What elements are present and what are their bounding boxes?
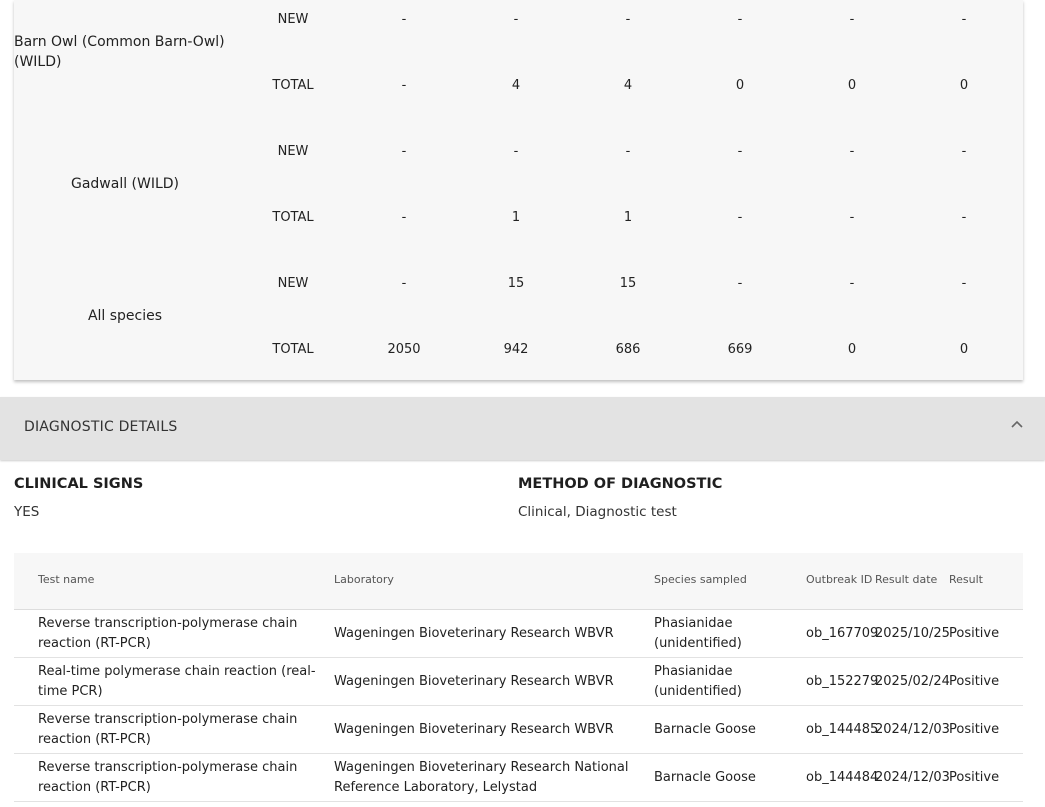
outbreak-id-cell[interactable]: ob_144484 xyxy=(806,754,878,801)
result-date-cell: 2024/12/03 xyxy=(875,769,950,785)
result-cell: Positive xyxy=(949,625,1000,641)
table-header: Test name Laboratory Species sampled Out… xyxy=(14,553,1023,610)
count-cell: 0 xyxy=(735,78,745,93)
count-cell: 0 xyxy=(959,342,969,357)
column-header-species-sampled[interactable]: Species sampled xyxy=(654,573,747,586)
method-of-diagnostic-value: Clinical, Diagnostic test xyxy=(518,504,677,520)
count-cell: - xyxy=(849,276,855,291)
column-header-test-name[interactable]: Test name xyxy=(38,573,94,586)
row-type-label: TOTAL xyxy=(272,342,314,357)
species-sampled-cell: Phasianidae (unidentified) xyxy=(654,615,742,651)
count-cell: - xyxy=(961,210,967,225)
test-name-cell: Reverse transcription-polymerase chain r… xyxy=(38,759,298,795)
species-row-new: NEW - 15 15 - - - xyxy=(14,264,1023,330)
count-cell: 0 xyxy=(959,78,969,93)
laboratory-cell: Wageningen Bioveterinary Research WBVR xyxy=(334,721,614,737)
column-header-laboratory[interactable]: Laboratory xyxy=(334,573,394,586)
result-cell: Positive xyxy=(949,769,1000,785)
species-row-total: TOTAL - 4 4 0 0 0 xyxy=(14,66,1023,132)
count-cell: - xyxy=(513,144,519,159)
table-row: Reverse transcription-polymerase chain r… xyxy=(14,610,1023,658)
count-cell: 0 xyxy=(847,342,857,357)
outbreak-id-cell[interactable]: ob_144485 xyxy=(806,706,878,753)
count-cell: - xyxy=(625,12,631,27)
count-cell: - xyxy=(401,210,407,225)
result-cell: Positive xyxy=(949,721,1000,737)
result-date-cell: 2025/02/24 xyxy=(875,673,950,689)
count-cell: - xyxy=(961,12,967,27)
outbreak-id-cell[interactable]: ob_152279 xyxy=(806,658,878,705)
row-type-label: TOTAL xyxy=(272,78,314,93)
row-type-label: NEW xyxy=(277,144,309,159)
count-cell: - xyxy=(513,12,519,27)
row-type-label: NEW xyxy=(277,12,309,27)
count-cell: 4 xyxy=(511,78,521,93)
column-header-result[interactable]: Result xyxy=(949,573,983,586)
outbreak-id-cell[interactable]: ob_167709 xyxy=(806,610,878,657)
count-cell: - xyxy=(849,210,855,225)
table-row: Reverse transcription-polymerase chain r… xyxy=(14,754,1023,802)
species-row-total: TOTAL 2050 942 686 669 0 0 xyxy=(14,330,1023,396)
count-cell: - xyxy=(401,78,407,93)
row-type-label: TOTAL xyxy=(272,210,314,225)
method-of-diagnostic-label: METHOD OF DIAGNOSTIC xyxy=(518,476,723,492)
test-name-cell: Reverse transcription-polymerase chain r… xyxy=(38,711,298,747)
count-cell: - xyxy=(849,12,855,27)
laboratory-cell: Wageningen Bioveterinary Research WBVR xyxy=(334,673,614,689)
count-cell: 15 xyxy=(619,276,637,291)
laboratory-cell: Wageningen Bioveterinary Research WBVR xyxy=(334,625,614,641)
result-cell: Positive xyxy=(949,673,1000,689)
count-cell: - xyxy=(401,276,407,291)
species-row-new: NEW - - - - - - xyxy=(14,0,1023,66)
species-sampled-cell: Phasianidae (unidentified) xyxy=(654,663,742,699)
species-sampled-cell: Barnacle Goose xyxy=(654,769,756,785)
section-title: DIAGNOSTIC DETAILS xyxy=(24,419,178,435)
test-name-cell: Real-time polymerase chain reaction (rea… xyxy=(38,663,316,699)
count-cell: 669 xyxy=(727,342,753,357)
count-cell: - xyxy=(737,12,743,27)
table-row: Reverse transcription-polymerase chain r… xyxy=(14,706,1023,754)
result-date-cell: 2024/12/03 xyxy=(875,721,950,737)
count-cell: - xyxy=(849,144,855,159)
diagnostic-details-header[interactable]: DIAGNOSTIC DETAILS xyxy=(0,397,1045,460)
species-sampled-cell: Barnacle Goose xyxy=(654,721,756,737)
diagnostic-tests-table: Test name Laboratory Species sampled Out… xyxy=(14,553,1023,802)
row-type-label: NEW xyxy=(277,276,309,291)
count-cell: - xyxy=(737,210,743,225)
count-cell: - xyxy=(737,144,743,159)
laboratory-cell: Wageningen Bioveterinary Research Nation… xyxy=(334,759,629,795)
result-date-cell: 2025/10/25 xyxy=(875,625,950,641)
count-cell: 1 xyxy=(511,210,521,225)
count-cell: - xyxy=(625,144,631,159)
count-cell: 15 xyxy=(507,276,525,291)
clinical-signs-value: YES xyxy=(14,504,40,520)
table-row: Real-time polymerase chain reaction (rea… xyxy=(14,658,1023,706)
count-cell: 2050 xyxy=(387,342,421,357)
count-cell: 942 xyxy=(503,342,529,357)
test-name-cell: Reverse transcription-polymerase chain r… xyxy=(38,615,298,651)
species-counts-card: Barn Owl (Common Barn-Owl) (WILD) NEW - … xyxy=(14,0,1023,380)
species-row-new: NEW - - - - - - xyxy=(14,132,1023,198)
count-cell: - xyxy=(737,276,743,291)
count-cell: - xyxy=(401,144,407,159)
count-cell: 4 xyxy=(623,78,633,93)
count-cell: - xyxy=(961,144,967,159)
count-cell: - xyxy=(961,276,967,291)
count-cell: - xyxy=(401,12,407,27)
species-row-total: TOTAL - 1 1 - - - xyxy=(14,198,1023,264)
chevron-up-icon[interactable] xyxy=(1009,417,1025,433)
column-header-outbreak-id[interactable]: Outbreak ID xyxy=(806,573,872,586)
column-header-result-date[interactable]: Result date xyxy=(875,573,937,586)
count-cell: 0 xyxy=(847,78,857,93)
clinical-signs-label: CLINICAL SIGNS xyxy=(14,476,144,492)
count-cell: 1 xyxy=(623,210,633,225)
count-cell: 686 xyxy=(615,342,641,357)
